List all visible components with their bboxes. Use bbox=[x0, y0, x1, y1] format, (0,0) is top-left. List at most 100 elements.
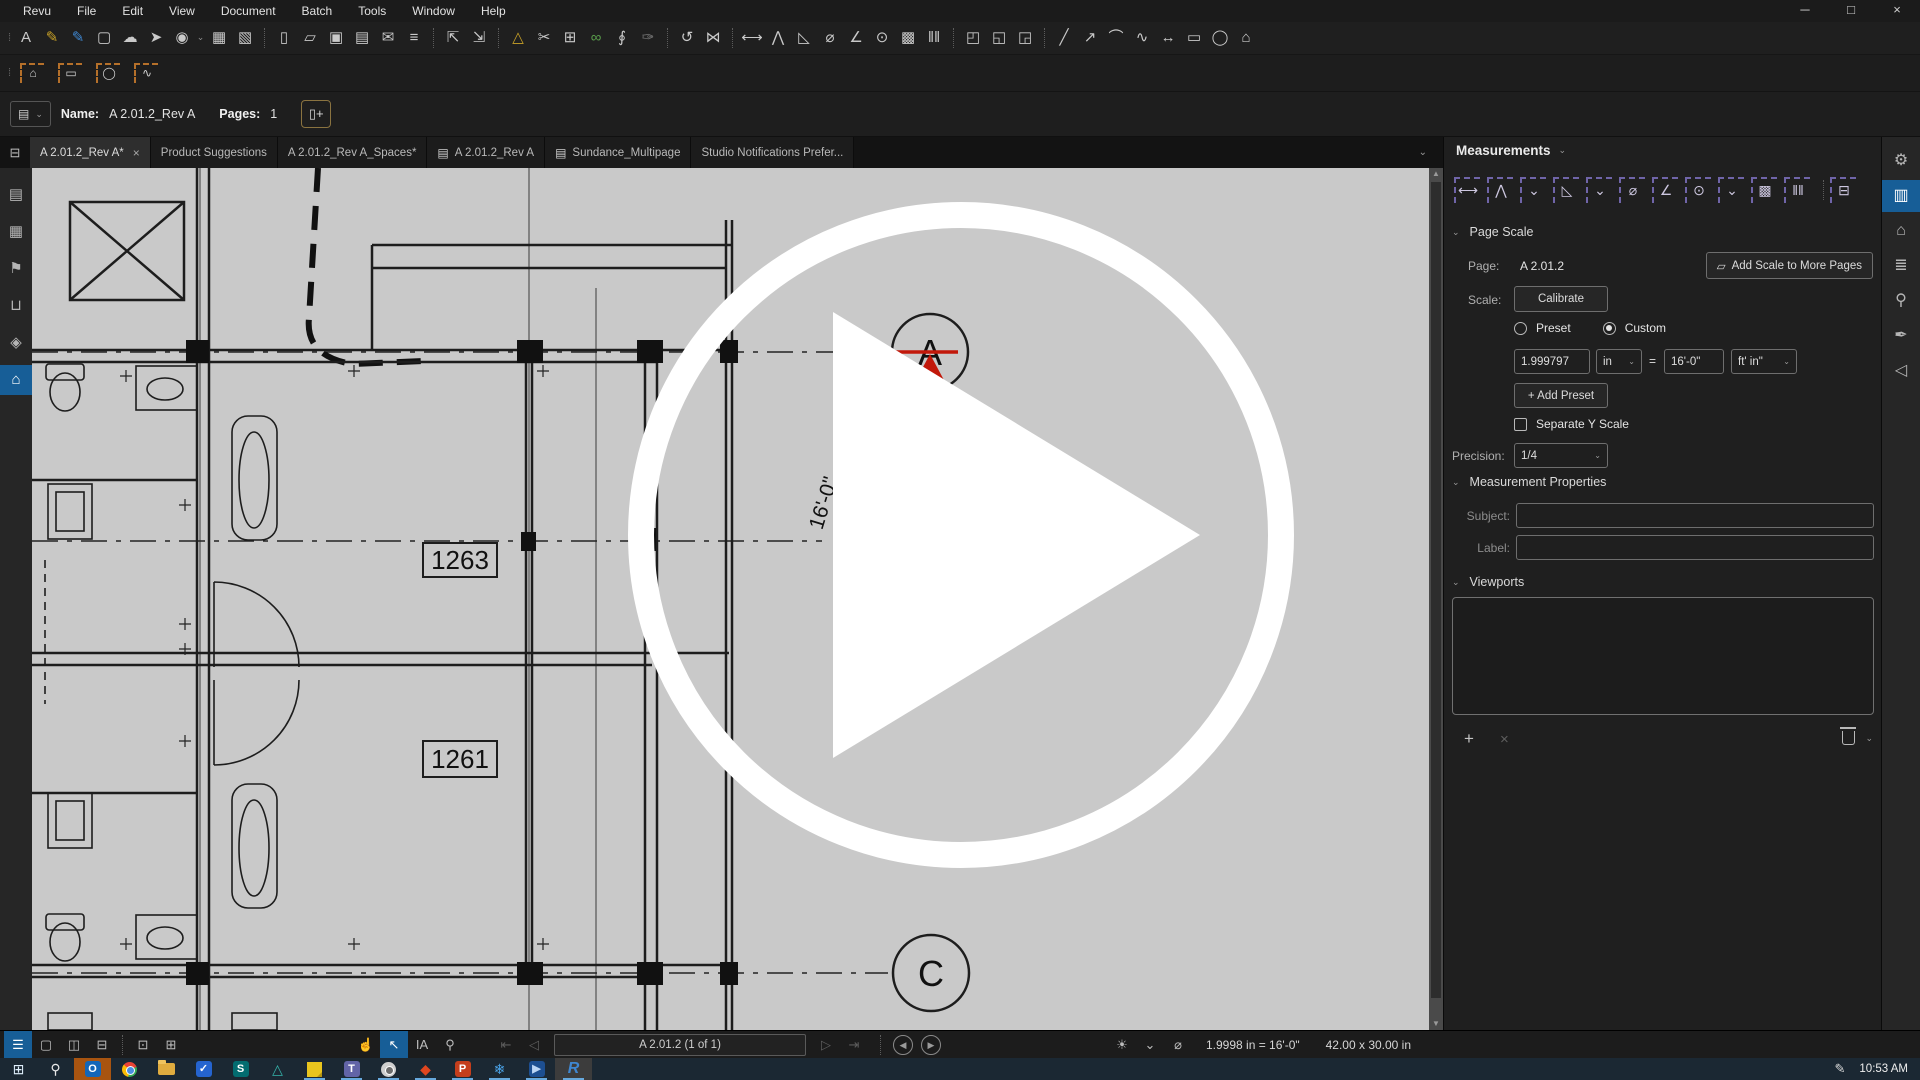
document-tab[interactable]: ▤ Sundance_Multipage bbox=[545, 137, 691, 168]
measure-area-tool[interactable]: ◺ bbox=[1553, 177, 1579, 203]
panel-spaces[interactable]: ⌂ bbox=[1882, 215, 1920, 247]
chevron-down-icon[interactable]: ⌄ bbox=[1136, 1031, 1164, 1059]
tab-list-button[interactable]: ⊟ bbox=[0, 137, 30, 168]
measure-volume-tool[interactable]: ▩ bbox=[1751, 177, 1777, 203]
side-by-side-view[interactable]: ◫ bbox=[60, 1031, 88, 1059]
measure-volume-tool[interactable]: ▩ bbox=[895, 25, 921, 51]
toolbar-grip[interactable]: ⁞ bbox=[8, 32, 9, 44]
measure-depth-tool[interactable]: ⊟ bbox=[1830, 177, 1856, 203]
chevron-down-icon[interactable]: ⌄ bbox=[1718, 177, 1744, 203]
area-add-tool[interactable]: ◱ bbox=[986, 25, 1012, 51]
arc-tool[interactable]: ⌒ bbox=[1103, 25, 1129, 51]
first-page-button[interactable]: ⇤ bbox=[492, 1031, 520, 1059]
rectangle-tool[interactable]: ▭ bbox=[1181, 25, 1207, 51]
scale-unit-select[interactable]: in ⌄ bbox=[1596, 349, 1642, 374]
measure-polylength-tool[interactable]: ⋀ bbox=[1487, 177, 1513, 203]
select-tool[interactable]: ↖ bbox=[380, 1031, 408, 1059]
viewports-section-header[interactable]: ⌄ Viewports bbox=[1452, 575, 1524, 589]
image-tool[interactable]: ▦ bbox=[206, 25, 232, 51]
paste-button[interactable]: ⇲ bbox=[466, 25, 492, 51]
document-tab[interactable]: A 2.01.2_Rev A* × bbox=[30, 137, 151, 168]
restore-button[interactable]: □ bbox=[1828, 0, 1874, 22]
measure-angle-tool[interactable]: ∠ bbox=[1652, 177, 1678, 203]
panel-flags[interactable]: ◁ bbox=[1882, 355, 1920, 387]
chevron-down-icon[interactable]: ⌄ bbox=[1520, 177, 1546, 203]
taskbar-snowflake-app[interactable]: ❄ bbox=[481, 1058, 518, 1080]
toolbar-grip[interactable]: ⁞ bbox=[8, 67, 9, 79]
taskbar-browser-profile[interactable] bbox=[370, 1058, 407, 1080]
video-play-button[interactable] bbox=[833, 312, 1200, 758]
panel-measurements[interactable]: ▥ bbox=[1882, 180, 1920, 212]
panel-markup[interactable]: ✒ bbox=[1882, 320, 1920, 352]
region-rectangle-tool[interactable]: ▭ bbox=[58, 63, 82, 83]
save-button[interactable]: ▣ bbox=[323, 25, 349, 51]
flatten-tool[interactable]: △ bbox=[505, 25, 531, 51]
subject-input[interactable] bbox=[1516, 503, 1874, 528]
snapshot-tool[interactable]: ✂ bbox=[531, 25, 557, 51]
sidebar-spaces[interactable]: ⌂ bbox=[0, 365, 32, 395]
sidebar-thumbnails[interactable]: ▦ bbox=[0, 217, 32, 247]
cloud-markup-tool[interactable]: ☁ bbox=[117, 25, 143, 51]
hyperlink-tool[interactable]: ∞ bbox=[583, 25, 609, 51]
menu-item[interactable]: Batch bbox=[289, 0, 346, 22]
taskbar-explorer[interactable] bbox=[148, 1058, 185, 1080]
area-subtract-tool[interactable]: ◲ bbox=[1012, 25, 1038, 51]
attachment-tool[interactable]: ∮ bbox=[609, 25, 635, 51]
scroll-down-icon[interactable]: ▼ bbox=[1429, 1018, 1443, 1030]
polygon-tool[interactable]: ⌂ bbox=[1233, 25, 1259, 51]
select-text-tool[interactable]: ΙA bbox=[408, 1031, 436, 1059]
prev-page-button[interactable]: ◁ bbox=[520, 1031, 548, 1059]
taskbar-outlook[interactable]: O bbox=[74, 1058, 111, 1080]
add-preset-button[interactable]: + Add Preset bbox=[1514, 383, 1608, 408]
menu-item[interactable]: Help bbox=[468, 0, 519, 22]
close-tab-icon[interactable]: × bbox=[133, 146, 140, 160]
area-cutout-tool[interactable]: ◰ bbox=[960, 25, 986, 51]
caliper-tool[interactable]: ⋈ bbox=[700, 25, 726, 51]
measure-area-tool[interactable]: ◺ bbox=[791, 25, 817, 51]
page-indicator[interactable]: A 2.01.2 (1 of 1) bbox=[554, 1034, 806, 1056]
menu-item[interactable]: View bbox=[156, 0, 208, 22]
ellipse-tool[interactable]: ◯ bbox=[1207, 25, 1233, 51]
separate-y-scale-checkbox[interactable] bbox=[1514, 418, 1527, 431]
add-viewport-button[interactable]: + bbox=[1464, 729, 1474, 749]
minimize-button[interactable]: ─ bbox=[1782, 0, 1828, 22]
email-button[interactable]: ✉ bbox=[375, 25, 401, 51]
single-page-view[interactable]: ▢ bbox=[32, 1031, 60, 1059]
new-document-button[interactable]: ▯ bbox=[271, 25, 297, 51]
panel-search[interactable]: ⚲ bbox=[1882, 285, 1920, 317]
taskbar-revu[interactable]: R bbox=[555, 1058, 592, 1080]
sidebar-tool-chest[interactable]: ⊔ bbox=[0, 291, 32, 321]
last-page-button[interactable]: ⇥ bbox=[840, 1031, 868, 1059]
taskbar-powerpoint[interactable]: P bbox=[444, 1058, 481, 1080]
lasso-tool[interactable]: ➤ bbox=[143, 25, 169, 51]
delete-icon[interactable] bbox=[1842, 731, 1855, 745]
precision-select[interactable]: 1/4 ⌄ bbox=[1514, 443, 1608, 468]
scale-target-unit-select[interactable]: ft' in" ⌄ bbox=[1731, 349, 1797, 374]
region-polygon-tool[interactable]: ⌂ bbox=[20, 63, 44, 83]
tab-overflow-button[interactable]: ⌄ bbox=[1419, 147, 1443, 158]
measure-radius-tool[interactable]: ⊙ bbox=[1685, 177, 1711, 203]
snapshot-view-tool[interactable]: ▧ bbox=[232, 25, 258, 51]
format-painter-tool[interactable]: ✑ bbox=[635, 25, 661, 51]
highlighter-tool[interactable]: ✎ bbox=[65, 25, 91, 51]
taskbar-teams[interactable]: T bbox=[333, 1058, 370, 1080]
fit-page-button[interactable]: ⊡ bbox=[129, 1031, 157, 1059]
sidebar-file-access[interactable]: ▤ bbox=[0, 180, 32, 210]
text-markup-tool[interactable]: A bbox=[13, 25, 39, 51]
pdf-canvas[interactable]: 1263 1261 A C 16'-0" bbox=[32, 168, 1443, 1030]
calibrate-button[interactable]: Calibrate bbox=[1514, 286, 1608, 312]
document-tab[interactable]: Studio Notifications Prefer... bbox=[691, 137, 854, 168]
page-scale-section-header[interactable]: ⌄ Page Scale bbox=[1452, 225, 1533, 239]
menu-item[interactable]: Revu bbox=[10, 0, 64, 22]
scale-indicator-icon[interactable]: ⌀ bbox=[1164, 1031, 1192, 1059]
measure-diameter-tool[interactable]: ⌀ bbox=[1619, 177, 1645, 203]
taskbar-teal-app[interactable]: △ bbox=[259, 1058, 296, 1080]
vertical-scrollbar[interactable]: ▲ ▼ bbox=[1429, 168, 1443, 1030]
next-view-button[interactable]: ▶ bbox=[921, 1035, 941, 1055]
insert-page-button[interactable]: ▯+ bbox=[301, 100, 331, 128]
open-file-button[interactable]: ▱ bbox=[297, 25, 323, 51]
pen-tool[interactable]: ✎ bbox=[39, 25, 65, 51]
scale-target-input[interactable]: 16'-0" bbox=[1664, 349, 1724, 374]
start-button[interactable]: ⊞ bbox=[0, 1058, 37, 1080]
taskbar-stream[interactable]: ▶ bbox=[518, 1058, 555, 1080]
